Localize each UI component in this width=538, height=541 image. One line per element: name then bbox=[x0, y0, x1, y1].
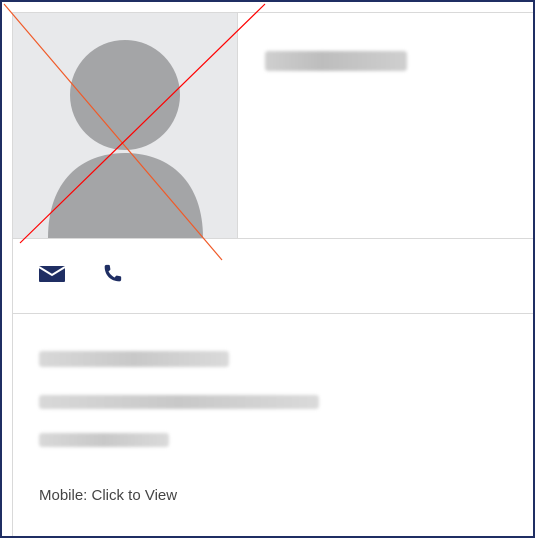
user-placeholder-icon bbox=[48, 40, 203, 238]
phone-icon bbox=[104, 264, 122, 282]
phone-button[interactable] bbox=[97, 259, 127, 289]
profile-header bbox=[13, 13, 533, 239]
email-button[interactable] bbox=[37, 259, 67, 289]
envelope-icon bbox=[38, 266, 66, 282]
blurred-name bbox=[265, 51, 407, 71]
contact-actions bbox=[13, 239, 533, 314]
mobile-reveal-link[interactable]: Mobile: Click to View bbox=[39, 487, 177, 504]
blurred-location bbox=[39, 433, 169, 447]
blurred-address bbox=[39, 395, 319, 409]
profile-details: Mobile: Click to View bbox=[13, 315, 533, 536]
profile-card-frame: Mobile: Click to View bbox=[0, 0, 535, 538]
avatar bbox=[13, 13, 238, 238]
blurred-title bbox=[39, 351, 229, 367]
profile-card: Mobile: Click to View bbox=[12, 12, 533, 536]
